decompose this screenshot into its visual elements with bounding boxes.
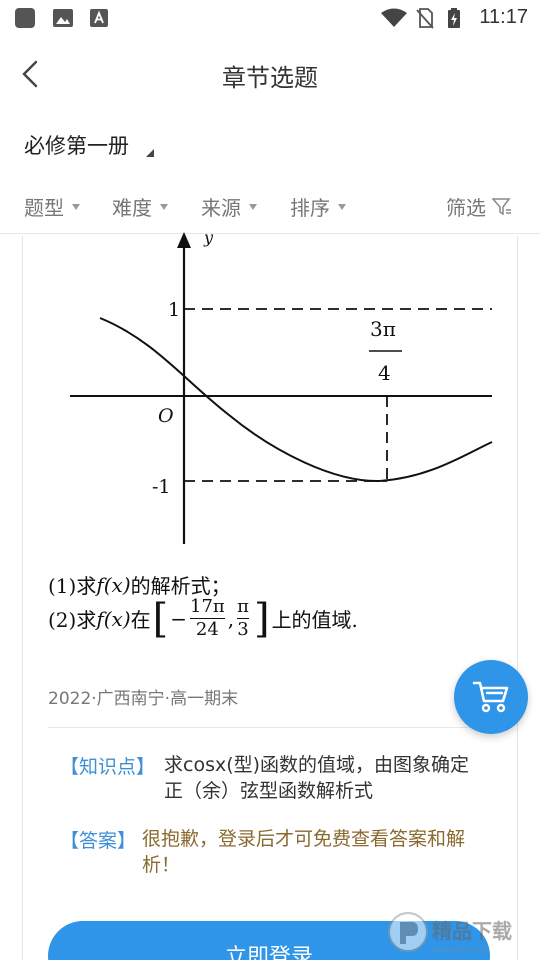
divider: [48, 727, 496, 728]
fraction-pi-3: π3: [237, 596, 249, 640]
battery-charging-icon: [448, 8, 460, 28]
filter-button[interactable]: 筛选: [446, 192, 512, 221]
filter-sort[interactable]: 排序: [290, 192, 346, 221]
y-axis-label: y: [203, 230, 214, 247]
knowledge-point-tag: 【知识点】: [60, 756, 156, 778]
origin-label: O: [158, 405, 174, 427]
x-mark-numerator: 3π: [370, 317, 396, 341]
question-part-2: (2)求 f (x) 在 [ − 17π 24 , π3 ] 上的值域.: [48, 595, 358, 642]
book-dropdown-icon[interactable]: [146, 149, 154, 157]
question-source: 2022·广西南宁·高一期末: [48, 689, 239, 709]
wifi-icon: [381, 8, 407, 27]
filter-source[interactable]: 来源: [201, 192, 257, 221]
watermark-url: www.j9p.com: [434, 945, 488, 954]
page-title: 章节选题: [222, 64, 318, 92]
dropdown-caret-icon: [338, 203, 346, 210]
no-sim-icon: [416, 8, 434, 29]
answer-tag: 【答案】: [60, 830, 137, 852]
clock: 11:17: [479, 6, 528, 28]
book-selector[interactable]: 必修第一册: [24, 130, 129, 160]
y-tick-1: 1: [168, 299, 180, 321]
filter-label: 难度: [112, 196, 152, 220]
filter-bar: 题型 难度 来源 排序 筛选: [0, 186, 540, 234]
function-graph: y 1 O -1 3π 4: [70, 230, 493, 544]
filter-button-label: 筛选: [446, 196, 486, 220]
filter-question-type[interactable]: 题型: [24, 192, 80, 221]
knowledge-point-text: 求cosx(型)函数的值域，由图象确定正（余）弦型函数解析式: [164, 754, 470, 802]
dropdown-caret-icon: [160, 203, 168, 210]
filter-label: 题型: [24, 196, 64, 220]
dropdown-caret-icon: [249, 203, 257, 210]
cart-icon: [472, 681, 509, 713]
funnel-icon: [492, 197, 511, 215]
question-part-1: (1)求 f (x) 的解析式；: [48, 572, 231, 599]
status-bar: 11:17: [0, 0, 540, 36]
cart-button[interactable]: [454, 660, 528, 734]
image-notification-icon: [53, 9, 73, 27]
app-notification-icon: [15, 8, 35, 28]
fraction-17pi-24: 17π 24: [190, 596, 225, 640]
filter-difficulty[interactable]: 难度: [112, 192, 168, 221]
watermark-text: 精品下载: [432, 919, 512, 943]
y-tick-neg1: -1: [152, 476, 171, 498]
watermark-logo: 精品下载 www.j9p.com: [388, 912, 512, 954]
font-notification-icon: [90, 9, 108, 27]
answer-text: 很抱歉，登录后才可免费查看答案和解析！: [142, 828, 466, 876]
filter-label: 排序: [290, 196, 330, 220]
x-mark-denominator: 4: [378, 361, 391, 385]
title-bar: 章节选题: [0, 36, 540, 114]
dropdown-caret-icon: [72, 203, 80, 210]
filter-label: 来源: [201, 196, 241, 220]
